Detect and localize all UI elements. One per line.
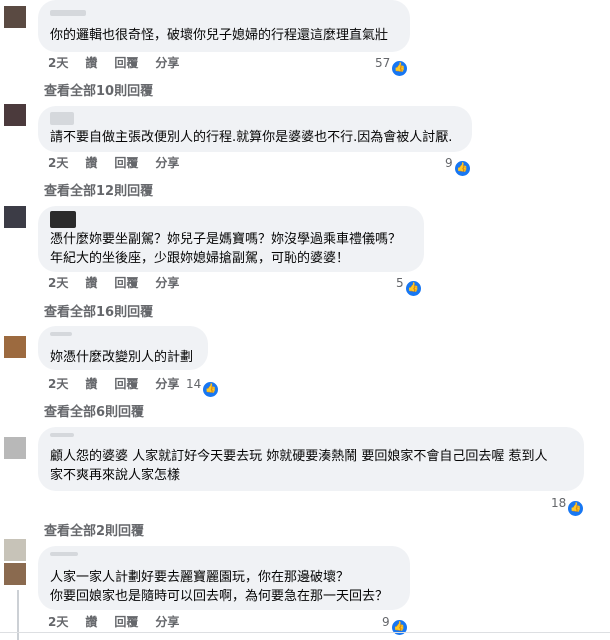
comment-text: 妳憑什麼改變別人的計劃 (50, 350, 194, 365)
comment-actions: 2天 讚 回覆 分享 (48, 376, 196, 392)
view-replies-link[interactable]: 查看全部12則回覆 (44, 180, 153, 199)
commenter-avatar[interactable] (4, 206, 26, 228)
comment-time[interactable]: 2天 (48, 615, 68, 629)
commenter-avatar[interactable] (4, 437, 26, 459)
reaction-count-value: 14 (186, 377, 202, 391)
comment-bubble: 憑什麼妳要坐副駕？妳兒子是媽寶嗎？妳沒學過乘車禮儀嗎？ 年紀大的坐後座，少跟妳媳… (38, 206, 424, 272)
like-link[interactable]: 讚 (85, 56, 97, 70)
commenter-avatar[interactable] (4, 336, 26, 358)
share-link[interactable]: 分享 (155, 615, 179, 629)
reaction-count-value: 57 (375, 56, 391, 70)
comment-time[interactable]: 2天 (48, 276, 68, 290)
reply-link[interactable]: 回覆 (114, 56, 138, 70)
reaction-count[interactable]: 9 👍 (445, 155, 470, 176)
comment-bubble: 你的邏輯也很奇怪，破壞你兒子媳婦的行程還這麼理直氣壯 (38, 0, 410, 52)
reply-link[interactable]: 回覆 (114, 276, 138, 290)
share-link[interactable]: 分享 (155, 276, 179, 290)
share-link[interactable]: 分享 (155, 377, 179, 391)
divider (0, 632, 610, 633)
comment-actions: 2天 讚 回覆 分享 (48, 614, 196, 630)
comment-text: 憑什麼妳要坐副駕？妳兒子是媽寶嗎？妳沒學過乘車禮儀嗎？ 年紀大的坐後座，少跟妳媳… (50, 232, 402, 266)
reaction-count[interactable]: 57 👍 (375, 55, 408, 76)
comment-bubble: 請不要自做主張改便別人的行程.就算你是婆婆也不行.因為會被人討厭. (38, 106, 472, 152)
commenter-avatar[interactable] (4, 104, 26, 126)
thumbs-up-icon: 👍 (392, 61, 408, 76)
like-link[interactable]: 讚 (85, 377, 97, 391)
commenter-avatar[interactable] (4, 563, 26, 585)
comment-time[interactable]: 2天 (48, 377, 68, 391)
reaction-count-value: 5 (396, 276, 404, 290)
commenter-name-redacted[interactable] (50, 112, 74, 125)
like-link[interactable]: 讚 (85, 615, 97, 629)
comment-actions: 2天 讚 回覆 分享 (48, 155, 196, 171)
comment-text: 請不要自做主張改便別人的行程.就算你是婆婆也不行.因為會被人討厭. (50, 130, 453, 145)
commenter-avatar[interactable] (4, 6, 26, 28)
reaction-count[interactable]: 14 👍 (186, 376, 219, 397)
view-replies-link[interactable]: 查看全部2則回覆 (44, 520, 144, 539)
reaction-count-value: 9 (382, 615, 390, 629)
thumbs-up-icon: 👍 (203, 382, 219, 397)
comment-text: 顧人怨的婆婆 人家就訂好今天要去玩 妳就硬要湊熱鬧 要回娘家不會自己回去喔 惹到… (50, 449, 548, 483)
thumbs-up-icon: 👍 (454, 161, 470, 176)
view-replies-link[interactable]: 查看全部10則回覆 (44, 80, 153, 99)
commenter-name-redacted[interactable] (50, 332, 72, 336)
commenter-name-redacted[interactable] (50, 552, 78, 556)
reaction-count[interactable]: 5 👍 (396, 275, 421, 296)
comment-bubble: 顧人怨的婆婆 人家就訂好今天要去玩 妳就硬要湊熱鬧 要回娘家不會自己回去喔 惹到… (38, 427, 584, 491)
thumbs-up-icon: 👍 (568, 501, 584, 516)
comment-actions: 2天 讚 回覆 分享 (48, 55, 196, 71)
commenter-name-redacted[interactable] (50, 211, 76, 228)
thumbs-up-icon: 👍 (405, 281, 421, 296)
reaction-count-value: 9 (445, 156, 453, 170)
view-replies-link[interactable]: 查看全部6則回覆 (44, 401, 144, 420)
view-replies-link[interactable]: 查看全部16則回覆 (44, 301, 153, 320)
like-link[interactable]: 讚 (85, 156, 97, 170)
reply-link[interactable]: 回覆 (114, 156, 138, 170)
reaction-count[interactable]: 18 👍 (551, 495, 584, 516)
comment-text: 人家一家人計劃好要去麗寶麗園玩，你在那邊破壞？ 你要回娘家也是隨時可以回去啊，為… (50, 570, 389, 604)
comment-actions: 2天 讚 回覆 分享 (48, 275, 196, 291)
comment-bubble: 妳憑什麼改變別人的計劃 (38, 326, 208, 370)
share-link[interactable]: 分享 (155, 156, 179, 170)
reply-link[interactable]: 回覆 (114, 615, 138, 629)
commenter-name-redacted[interactable] (50, 10, 86, 16)
reaction-count[interactable]: 9 👍 (382, 614, 407, 635)
commenter-avatar[interactable] (4, 539, 26, 561)
like-link[interactable]: 讚 (85, 276, 97, 290)
reply-link[interactable]: 回覆 (114, 377, 138, 391)
reaction-count-value: 18 (551, 496, 567, 510)
comment-bubble: 人家一家人計劃好要去麗寶麗園玩，你在那邊破壞？ 你要回娘家也是隨時可以回去啊，為… (38, 546, 410, 610)
comment-text: 你的邏輯也很奇怪，破壞你兒子媳婦的行程還這麼理直氣壯 (50, 28, 389, 43)
share-link[interactable]: 分享 (155, 56, 179, 70)
comment-time[interactable]: 2天 (48, 56, 68, 70)
comment-time[interactable]: 2天 (48, 156, 68, 170)
commenter-name-redacted[interactable] (50, 433, 74, 437)
